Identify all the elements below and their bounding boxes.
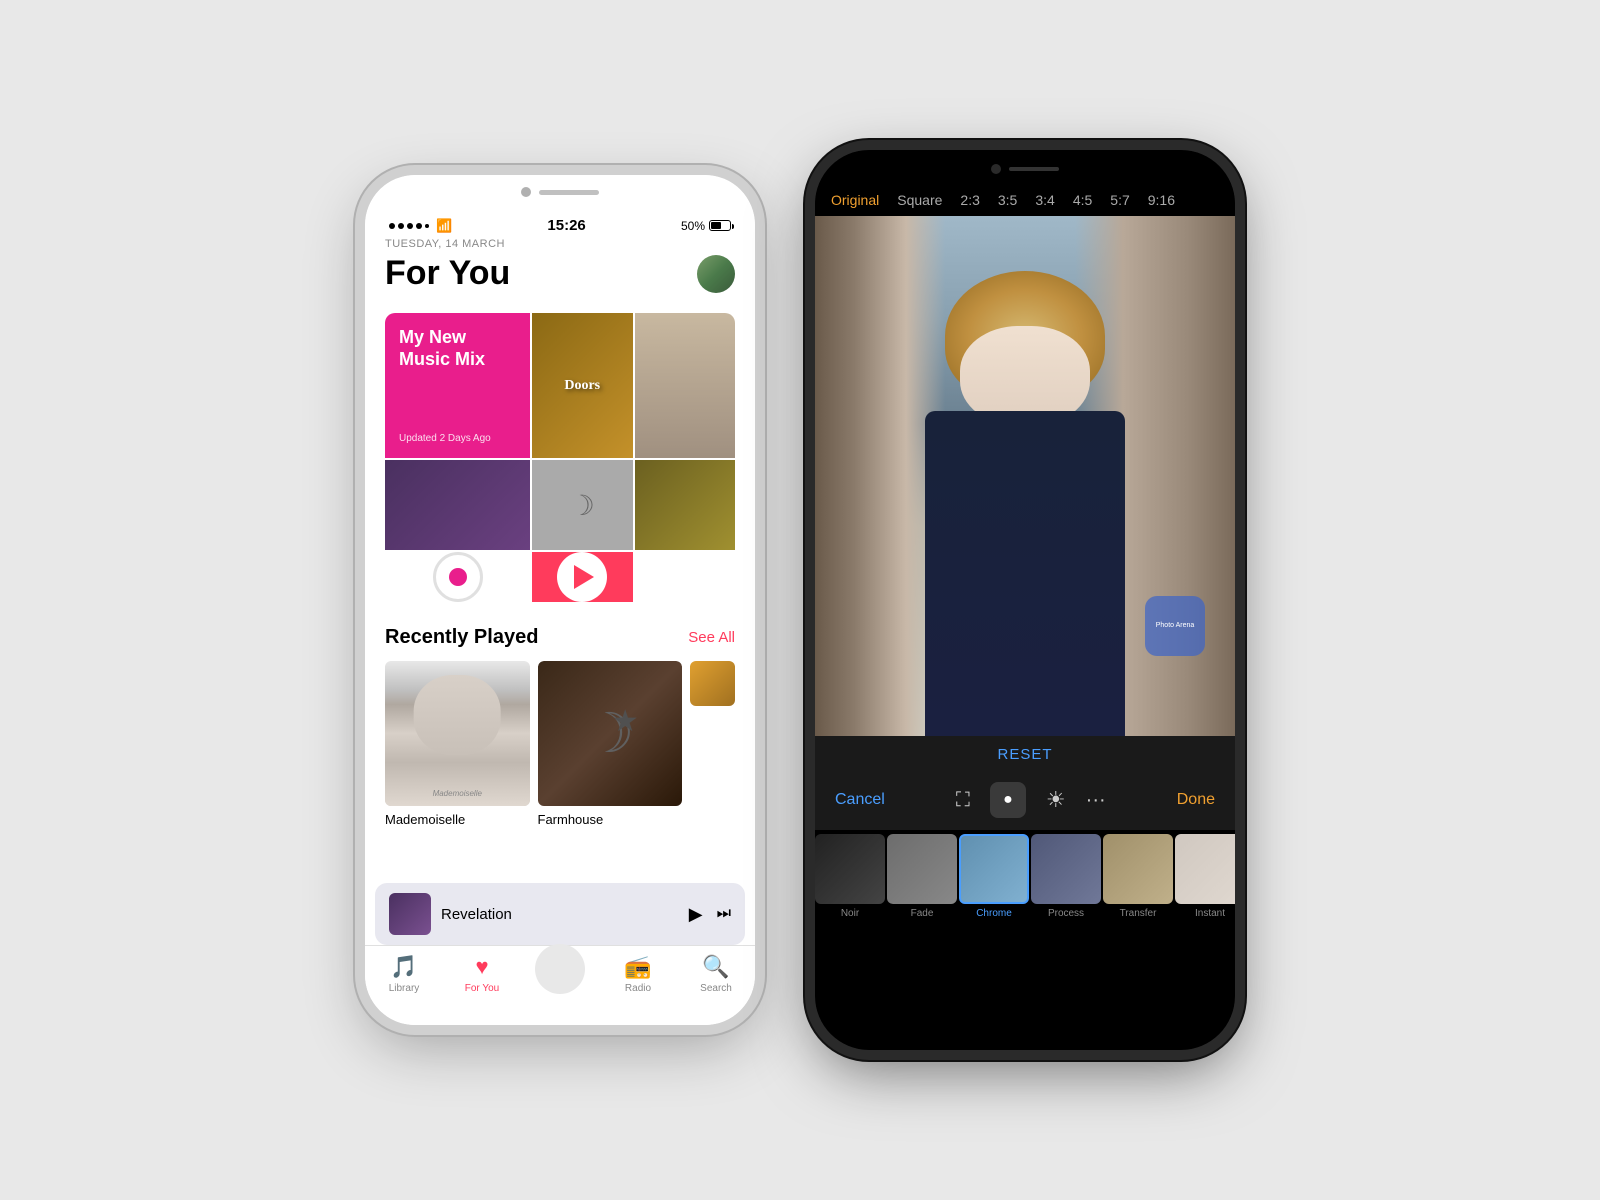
album-mademoiselle[interactable]: Mademoiselle Mademoiselle [385,661,530,827]
album-cell-purple [385,460,530,550]
search-icon: 🔍 [702,954,729,980]
status-bar: 📶 15:26 50% [365,203,755,238]
filter-instant-label: Instant [1195,908,1225,919]
mix-title: My New Music Mix [399,327,516,370]
status-time: 15:26 [547,217,585,234]
crop-5-7[interactable]: 5:7 [1110,192,1129,208]
album-cell-yellow [635,460,736,550]
camera-dot2 [991,164,1001,174]
tab-library-label: Library [389,983,420,994]
more-icon[interactable]: ··· [1086,789,1106,812]
mix-main-tile[interactable]: My New Music Mix Updated 2 Days Ago [385,313,530,458]
albums-row: Mademoiselle Mademoiselle ☽ ★ [385,661,735,827]
bottom-controls: Cancel ⛶ ● ☀ ··· Done [815,774,1235,830]
crop-9-16[interactable]: 9:16 [1148,192,1175,208]
album-moon: ☽ [532,460,633,550]
heart-icon: ♥ [475,954,488,980]
sticker-badge: Photo Arena [1145,596,1205,656]
now-playing-bar[interactable]: Revelation ▶ ⏭ [375,883,745,945]
tab-for-you[interactable]: ♥ For You [443,954,521,994]
battery-icon [709,220,731,231]
crop-2-3[interactable]: 2:3 [960,192,979,208]
now-playing-controls: ▶ ⏭ [689,904,731,925]
filter-fade-label: Fade [911,908,934,919]
filter-process[interactable]: Process [1031,830,1101,923]
tool-icons: ⛶ ● ☀ ··· [956,782,1106,818]
album-title-farmhouse: Farmhouse [538,812,683,827]
filter-transfer[interactable]: Transfer [1103,830,1173,923]
phone2-top-hardware [815,150,1235,180]
crop-4-5[interactable]: 4:5 [1073,192,1092,208]
filter-noir-label: Noir [841,908,859,919]
wifi-icon: 📶 [436,218,452,234]
filter-process-label: Process [1048,908,1084,919]
filter-chrome-label: Chrome [976,908,1012,919]
filter-transfer-label: Transfer [1120,908,1157,919]
filter-chrome[interactable]: Chrome [959,830,1029,923]
now-playing-title: Revelation [441,906,679,923]
date-label: TUESDAY, 14 MARCH [385,238,735,250]
album-mademoiselle-label: Mademoiselle [385,789,530,798]
status-right: 50% [681,219,731,233]
album-farmhouse[interactable]: ☽ ★ Farmhouse [538,661,683,827]
section-header: Recently Played See All [385,626,735,649]
play-button[interactable]: ▶ [689,904,703,925]
avatar[interactable] [697,255,735,293]
album-doors: Doors [532,313,633,458]
tab-for-you-label: For You [465,983,499,994]
tab-radio[interactable]: 📻 Radio [599,954,677,994]
speaker-bar2 [1009,167,1059,171]
page-title: For You [385,254,510,293]
stamp-tool-icon[interactable]: ● [990,782,1026,818]
cell-play[interactable] [532,552,633,602]
reset-button[interactable]: RESET [997,746,1052,763]
album-title-mademoiselle: Mademoiselle [385,812,530,827]
mix-grid[interactable]: My New Music Mix Updated 2 Days Ago Door… [385,313,735,602]
filter-strip: Noir Fade Chrome Process Transfer Instan… [815,830,1235,923]
filter-noir[interactable]: Noir [815,830,885,923]
filter-fade[interactable]: Fade [887,830,957,923]
filter-instant[interactable]: Instant [1175,830,1235,923]
battery-percentage: 50% [681,219,705,233]
brightness-icon[interactable]: ☀ [1046,787,1066,813]
now-playing-art [389,893,431,935]
tab-search-label: Search [700,983,732,994]
album-partial [690,661,735,827]
tab-bar: 🎵 Library ♥ For You 📻 Radio 🔍 Search [365,945,755,1025]
recently-played-label: Recently Played [385,626,538,649]
crop-original[interactable]: Original [831,192,879,208]
album-woman [635,313,736,458]
cancel-button[interactable]: Cancel [835,791,885,809]
page-header: For You [385,254,735,293]
done-button[interactable]: Done [1177,791,1215,809]
music-content: TUESDAY, 14 MARCH For You My New Music M… [365,238,755,827]
tab-radio-label: Radio [625,983,651,994]
phone2-photo: Original Square 2:3 3:5 3:4 4:5 5:7 9:16 [815,150,1235,1050]
skip-button[interactable]: ⏭ [717,905,731,923]
tab-circle [521,954,599,994]
crop-3-4[interactable]: 3:4 [1035,192,1054,208]
tab-library[interactable]: 🎵 Library [365,954,443,994]
camera-dot [521,187,531,197]
crop-bar: Original Square 2:3 3:5 3:4 4:5 5:7 9:16 [815,180,1235,216]
library-icon: 🎵 [390,954,417,980]
phone1-top-hardware [365,175,755,203]
signal-dots: 📶 [389,218,452,234]
crop-tool-icon[interactable]: ⛶ [956,789,970,812]
radio-icon: 📻 [624,954,651,980]
tab-search[interactable]: 🔍 Search [677,954,755,994]
see-all-button[interactable]: See All [688,629,735,646]
crop-3-5[interactable]: 3:5 [998,192,1017,208]
cell-radio [385,552,530,602]
person-figure [925,256,1125,736]
reset-bar: RESET [815,736,1235,774]
mix-updated: Updated 2 Days Ago [399,433,516,444]
photo-area: Photo Arena [815,216,1235,736]
speaker-bar [539,190,599,195]
phone1-music: 📶 15:26 50% TUESDAY, 14 MARCH For You [365,175,755,1025]
crop-square[interactable]: Square [897,192,942,208]
